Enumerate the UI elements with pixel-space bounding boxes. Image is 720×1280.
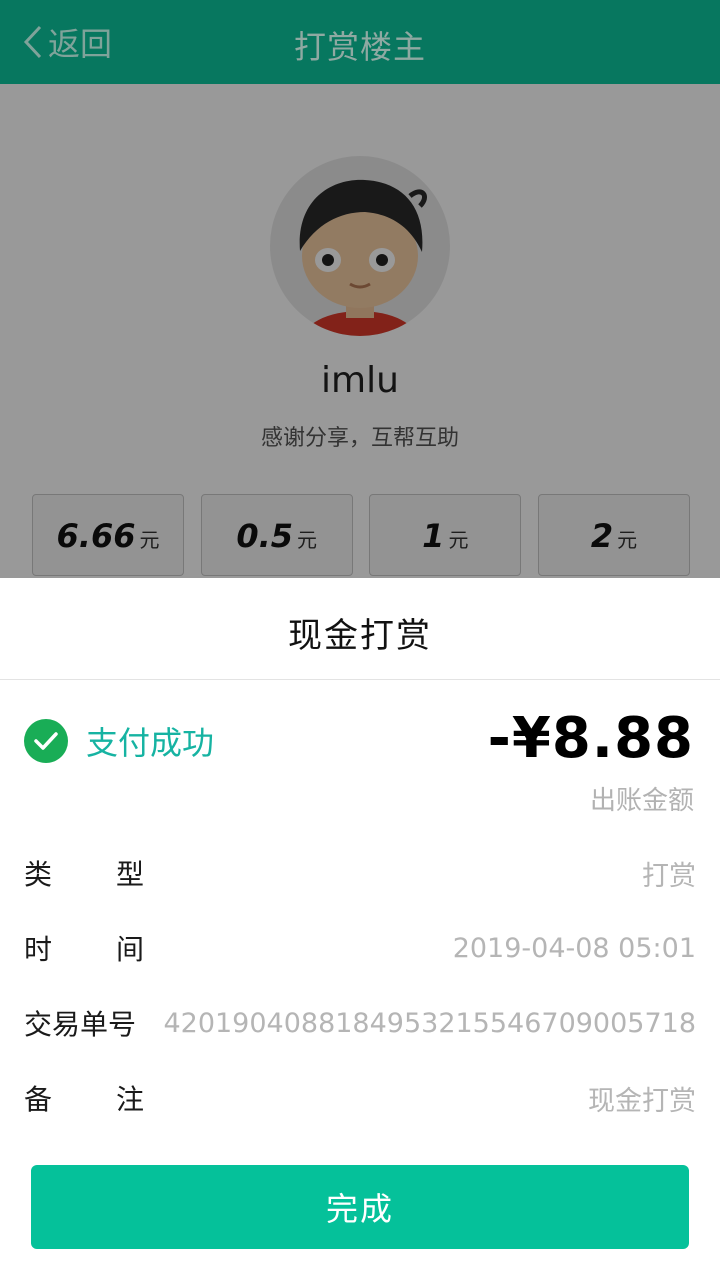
detail-value: 打赏 [642, 860, 696, 892]
detail-row-type: 类型 打赏 [24, 853, 696, 893]
detail-label: 类型 [24, 858, 209, 891]
detail-label: 交易单号 [24, 1008, 137, 1041]
detail-value: 2019-04-08 05:01 [452, 932, 696, 964]
nav-bar: 返回 打赏楼主 [0, 0, 720, 84]
detail-value: 4201904088184953215546709005718 [163, 1007, 696, 1039]
payment-result-sheet: 现金打赏 支付成功 -¥8.88 出账金额 类型 打赏 时间 2019-04-0… [0, 578, 720, 1280]
status-text: 支付成功 [86, 724, 215, 762]
detail-label: 时间 [24, 933, 209, 966]
check-circle-icon [24, 719, 68, 763]
payment-amount-label: 出账金额 [589, 786, 694, 816]
payment-status: 支付成功 [24, 718, 214, 764]
divider [0, 679, 720, 680]
payment-amount: -¥8.88 [487, 706, 694, 771]
detail-row-transaction-id: 交易单号 4201904088184953215546709005718 [24, 1003, 696, 1043]
detail-row-time: 时间 2019-04-08 05:01 [24, 928, 696, 968]
detail-row-note: 备注 现金打赏 [24, 1078, 696, 1118]
done-button[interactable]: 完成 [31, 1165, 689, 1249]
detail-label: 备注 [24, 1083, 209, 1116]
page-title: 打赏楼主 [293, 28, 426, 66]
sheet-title: 现金打赏 [288, 616, 432, 656]
modal-overlay[interactable] [0, 84, 720, 578]
detail-value: 现金打赏 [588, 1085, 696, 1117]
